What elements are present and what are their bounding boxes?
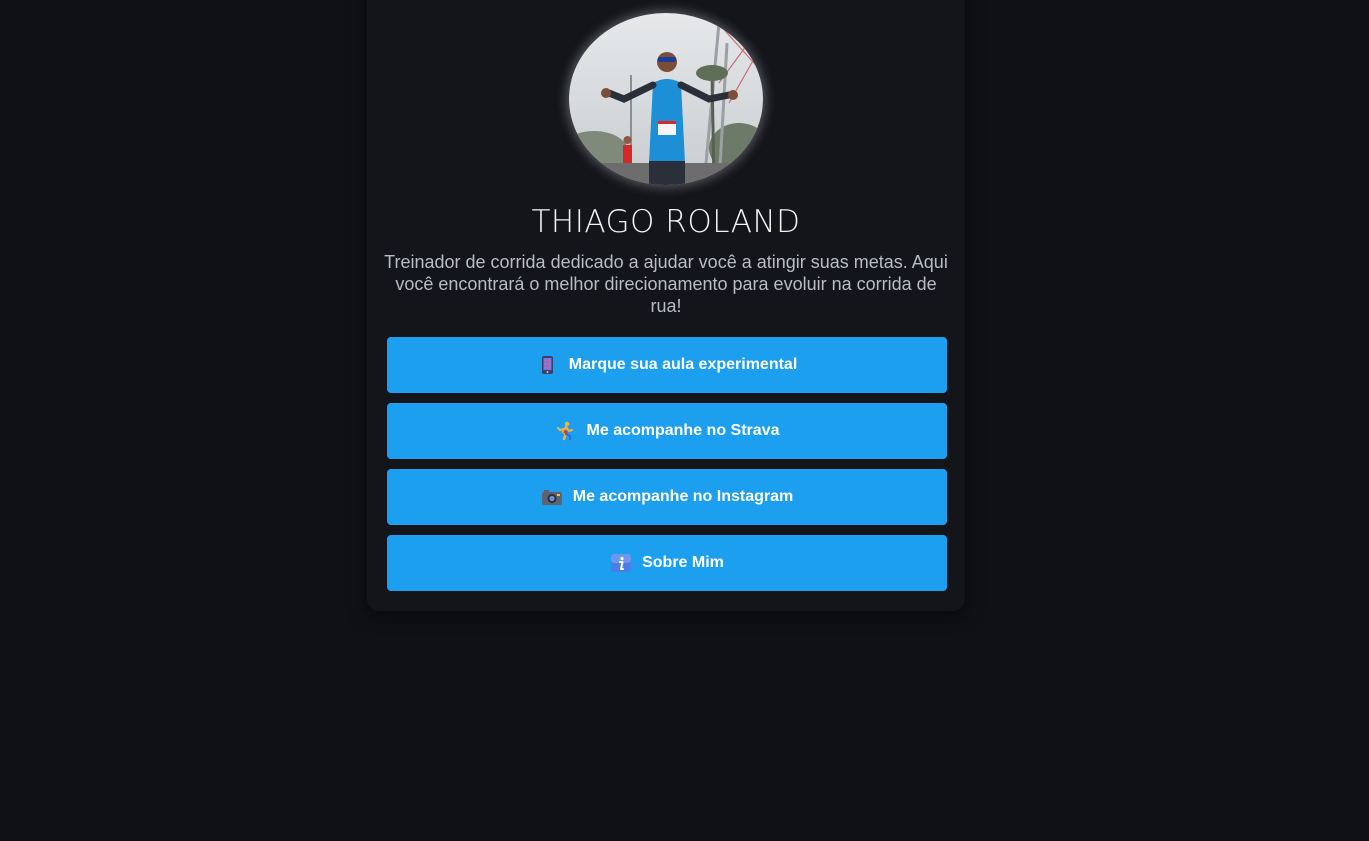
instagram-button[interactable]: Me acompanhe no Instagram xyxy=(387,469,947,525)
info-icon xyxy=(610,553,632,573)
instagram-label: Me acompanhe no Instagram xyxy=(572,488,794,505)
camera-icon xyxy=(541,487,562,507)
trial-class-label: Marque sua aula experimental xyxy=(568,356,798,373)
profile-name: THIAGO ROLAND xyxy=(531,204,801,240)
runner-photo xyxy=(569,13,763,185)
phone-icon xyxy=(537,355,557,375)
about-me-button[interactable]: Sobre Mim xyxy=(387,535,947,591)
profile-bio: Treinador de corrida dedicado a ajudar v… xyxy=(384,252,948,316)
about-me-label: Sobre Mim xyxy=(642,554,724,571)
avatar xyxy=(569,13,763,185)
trial-class-button[interactable]: Marque sua aula experimental xyxy=(387,337,947,393)
strava-button[interactable]: Me acompanhe no Strava xyxy=(387,403,947,459)
strava-label: Me acompanhe no Strava xyxy=(586,422,780,439)
runner-icon xyxy=(555,421,575,441)
